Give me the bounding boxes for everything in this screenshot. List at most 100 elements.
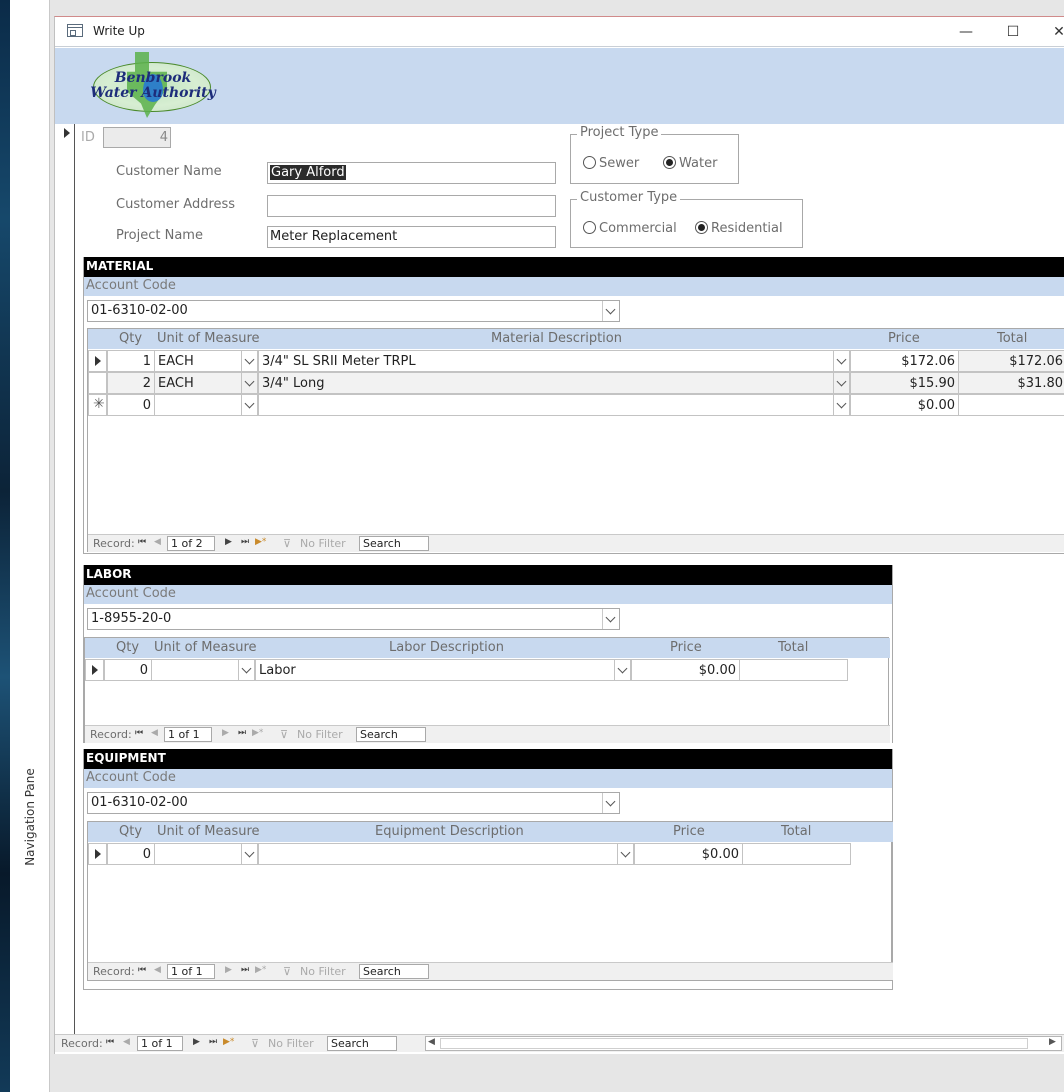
radio-sewer-circle[interactable] bbox=[583, 156, 596, 169]
no-filter-label[interactable]: No Filter bbox=[300, 965, 346, 978]
description-cell[interactable]: 3/4" Long bbox=[258, 372, 834, 394]
price-cell[interactable]: $0.00 bbox=[850, 394, 959, 416]
new-record-nav-icon[interactable]: ▶* bbox=[255, 965, 266, 975]
col-qty[interactable]: Qty bbox=[116, 640, 139, 655]
col-qty[interactable]: Qty bbox=[119, 331, 142, 346]
close-button[interactable]: ✕ bbox=[1048, 21, 1064, 43]
col-price[interactable]: Price bbox=[888, 331, 920, 346]
material-account-dropdown[interactable] bbox=[602, 301, 619, 321]
prev-record-icon[interactable]: ◀ bbox=[154, 537, 161, 547]
no-filter-label[interactable]: No Filter bbox=[300, 537, 346, 550]
next-record-icon[interactable]: ▶ bbox=[193, 1037, 200, 1047]
table-row[interactable]: 2 EACH 3/4" Long $15.90 $31.80 bbox=[88, 372, 1064, 394]
filter-icon[interactable]: ⊽ bbox=[280, 728, 288, 741]
table-row[interactable]: 0 Labor $0.00 bbox=[85, 659, 890, 681]
first-record-icon[interactable]: ⏮ bbox=[138, 537, 146, 547]
last-record-icon[interactable]: ⏭ bbox=[241, 965, 249, 975]
col-description[interactable]: Equipment Description bbox=[375, 824, 524, 839]
record-position[interactable]: 1 of 1 bbox=[167, 964, 215, 979]
description-dropdown[interactable] bbox=[833, 372, 850, 394]
row-selector[interactable] bbox=[88, 372, 107, 394]
radio-commercial[interactable]: Commercial bbox=[583, 221, 677, 236]
prev-record-icon[interactable]: ◀ bbox=[154, 965, 161, 975]
labor-account-dropdown[interactable] bbox=[602, 609, 619, 629]
prev-record-icon[interactable]: ◀ bbox=[151, 728, 158, 738]
equipment-account-combo[interactable]: 01-6310-02-00 bbox=[87, 792, 620, 814]
qty-cell[interactable]: 1 bbox=[107, 350, 155, 372]
next-record-icon[interactable]: ▶ bbox=[225, 537, 232, 547]
radio-water-circle[interactable] bbox=[663, 156, 676, 169]
first-record-icon[interactable]: ⏮ bbox=[106, 1037, 114, 1047]
unit-dropdown[interactable] bbox=[241, 372, 258, 394]
first-record-icon[interactable]: ⏮ bbox=[138, 965, 146, 975]
price-cell[interactable]: $0.00 bbox=[631, 659, 740, 681]
radio-water[interactable]: Water bbox=[663, 156, 717, 171]
record-position[interactable]: 1 of 1 bbox=[137, 1036, 183, 1051]
maximize-button[interactable]: ☐ bbox=[1002, 21, 1024, 43]
price-cell[interactable]: $0.00 bbox=[634, 843, 743, 865]
description-dropdown[interactable] bbox=[833, 394, 850, 416]
filter-icon[interactable]: ⊽ bbox=[283, 537, 291, 550]
description-cell[interactable] bbox=[258, 843, 618, 865]
customer-name-input[interactable]: Gary Alford bbox=[267, 162, 556, 184]
row-selector[interactable] bbox=[85, 659, 104, 681]
price-cell[interactable]: $15.90 bbox=[850, 372, 959, 394]
last-record-icon[interactable]: ⏭ bbox=[209, 1037, 217, 1047]
col-unit[interactable]: Unit of Measure bbox=[157, 331, 260, 346]
description-cell[interactable]: 3/4" SL SRII Meter TRPL bbox=[258, 350, 834, 372]
unit-dropdown[interactable] bbox=[241, 350, 258, 372]
last-record-icon[interactable]: ⏭ bbox=[241, 537, 249, 547]
main-record-selector[interactable] bbox=[61, 124, 75, 1034]
radio-residential[interactable]: Residential bbox=[695, 221, 783, 236]
col-total[interactable]: Total bbox=[781, 824, 811, 839]
horizontal-scrollbar[interactable]: ◀ ▶ bbox=[425, 1036, 1062, 1051]
col-total[interactable]: Total bbox=[997, 331, 1027, 346]
search-input[interactable]: Search bbox=[359, 536, 429, 551]
col-price[interactable]: Price bbox=[670, 640, 702, 655]
radio-sewer[interactable]: Sewer bbox=[583, 156, 639, 171]
row-selector[interactable]: ✳ bbox=[88, 394, 107, 416]
qty-cell[interactable]: 0 bbox=[107, 843, 155, 865]
new-record-nav-icon[interactable]: ▶* bbox=[255, 537, 266, 547]
no-filter-label[interactable]: No Filter bbox=[297, 728, 343, 741]
description-cell[interactable]: Labor bbox=[255, 659, 615, 681]
description-dropdown[interactable] bbox=[617, 843, 634, 865]
new-record-nav-icon[interactable]: ▶* bbox=[223, 1037, 234, 1047]
price-cell[interactable]: $172.06 bbox=[850, 350, 959, 372]
scroll-thumb[interactable] bbox=[440, 1038, 1028, 1049]
new-record-nav-icon[interactable]: ▶* bbox=[252, 728, 263, 738]
equipment-account-dropdown[interactable] bbox=[602, 793, 619, 813]
first-record-icon[interactable]: ⏮ bbox=[135, 728, 143, 738]
next-record-icon[interactable]: ▶ bbox=[225, 965, 232, 975]
unit-dropdown[interactable] bbox=[241, 843, 258, 865]
search-input[interactable]: Search bbox=[359, 964, 429, 979]
unit-cell[interactable]: EACH bbox=[154, 372, 242, 394]
unit-cell[interactable] bbox=[154, 394, 242, 416]
description-dropdown[interactable] bbox=[614, 659, 631, 681]
customer-address-input[interactable] bbox=[267, 195, 556, 217]
search-input[interactable]: Search bbox=[327, 1036, 397, 1051]
table-row[interactable]: 1 EACH 3/4" SL SRII Meter TRPL $172.06 $… bbox=[88, 350, 1064, 372]
unit-dropdown[interactable] bbox=[241, 394, 258, 416]
labor-account-combo[interactable]: 1-8955-20-0 bbox=[87, 608, 620, 630]
filter-icon[interactable]: ⊽ bbox=[283, 965, 291, 978]
no-filter-label[interactable]: No Filter bbox=[268, 1037, 314, 1050]
description-cell[interactable] bbox=[258, 394, 834, 416]
record-position[interactable]: 1 of 1 bbox=[164, 727, 212, 742]
next-record-icon[interactable]: ▶ bbox=[222, 728, 229, 738]
col-description[interactable]: Labor Description bbox=[389, 640, 504, 655]
radio-residential-circle[interactable] bbox=[695, 221, 708, 234]
search-input[interactable]: Search bbox=[356, 727, 426, 742]
table-row[interactable]: 0 $0.00 bbox=[88, 843, 893, 865]
navigation-pane[interactable]: Navigation Pane bbox=[10, 0, 50, 1092]
radio-commercial-circle[interactable] bbox=[583, 221, 596, 234]
unit-dropdown[interactable] bbox=[238, 659, 255, 681]
scroll-left-icon[interactable]: ◀ bbox=[428, 1037, 435, 1047]
description-dropdown[interactable] bbox=[833, 350, 850, 372]
unit-cell[interactable] bbox=[151, 659, 239, 681]
qty-cell[interactable]: 2 bbox=[107, 372, 155, 394]
col-qty[interactable]: Qty bbox=[119, 824, 142, 839]
minimize-button[interactable]: — bbox=[955, 21, 977, 43]
record-position[interactable]: 1 of 2 bbox=[167, 536, 215, 551]
col-unit[interactable]: Unit of Measure bbox=[154, 640, 257, 655]
